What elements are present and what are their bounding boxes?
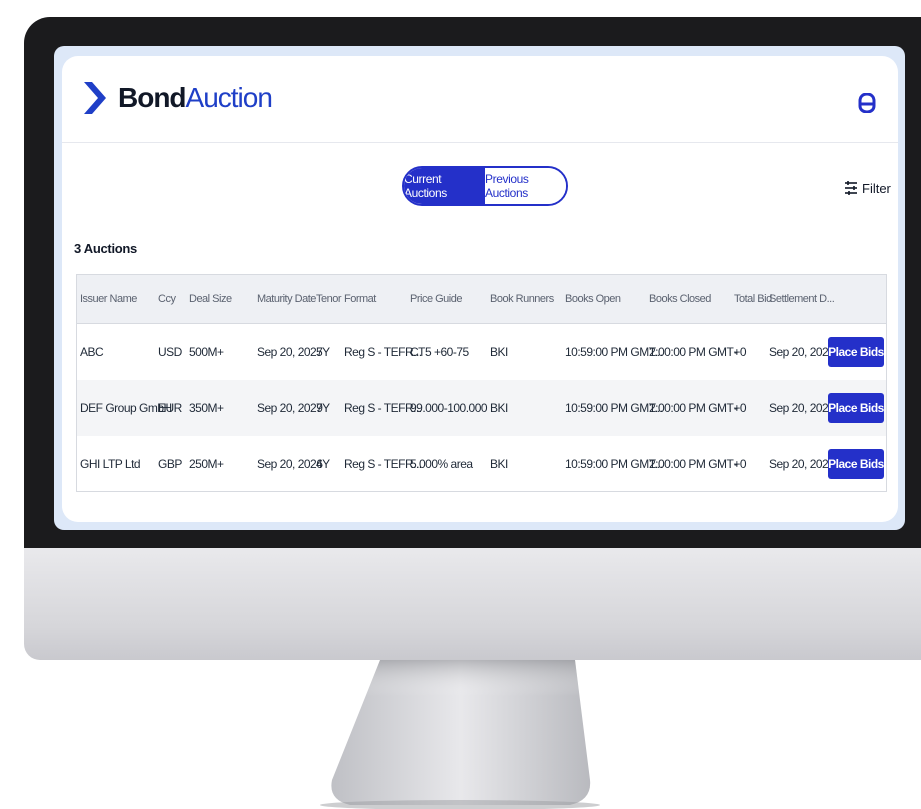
cell-total-bid: - — [734, 345, 738, 359]
cell-settlement: Sep 20, 2022 — [769, 457, 835, 471]
cell-maturity: Sep 20, 2027 — [257, 345, 323, 359]
cell-issuer: GHI LTP Ltd — [80, 457, 141, 471]
cell-books-closed: 2:00:00 PM GMT+0 — [649, 345, 747, 359]
col-settlement[interactable]: Settlement D... — [769, 275, 835, 323]
cell-book-runners: BKI — [490, 401, 508, 415]
cell-books-closed: 2:00:00 PM GMT+0 — [649, 457, 747, 471]
brand-name-light: Auction — [185, 82, 273, 113]
monitor-chin — [24, 548, 921, 660]
col-books-closed[interactable]: Books Closed — [649, 275, 711, 323]
cell-total-bid: - — [734, 401, 738, 415]
col-deal-size[interactable]: Deal Size — [189, 275, 232, 323]
cell-book-runners: BKI — [490, 457, 508, 471]
cell-settlement: Sep 20, 2022 — [769, 345, 835, 359]
auctions-table: Issuer Name Ccy Deal Size Maturity Date … — [76, 274, 887, 492]
col-book-runners[interactable]: Book Runners — [490, 275, 554, 323]
cell-ccy: USD — [158, 345, 182, 359]
col-maturity-date[interactable]: Maturity Date — [257, 275, 316, 323]
cell-book-runners: BKI — [490, 345, 508, 359]
table-row: ABC USD 500M+ Sep 20, 2027 5Y Reg S - TE… — [77, 324, 886, 380]
cell-price-guide: CT5 +60-75 — [410, 345, 469, 359]
auction-tabs: Current Auctions Previous Auctions — [402, 166, 568, 206]
tab-previous-auctions[interactable]: Previous Auctions — [485, 168, 566, 204]
cell-tenor: 7Y — [316, 401, 330, 415]
cell-maturity: Sep 20, 2029 — [257, 401, 323, 415]
col-price-guide[interactable]: Price Guide — [410, 275, 462, 323]
table-header: Issuer Name Ccy Deal Size Maturity Date … — [77, 275, 886, 324]
col-format[interactable]: Format — [344, 275, 376, 323]
sliders-icon — [845, 181, 857, 195]
brand-name-bold: Bond — [118, 82, 187, 113]
cell-price-guide: 99.000-100.000 — [410, 401, 488, 415]
cell-deal-size: 500M+ — [189, 345, 224, 359]
cell-price-guide: 5.000% area — [410, 457, 473, 471]
cell-books-closed: 2:00:00 PM GMT+0 — [649, 401, 747, 415]
place-bids-button[interactable]: Place Bids — [828, 337, 884, 367]
place-bids-button[interactable]: Place Bids — [828, 393, 884, 423]
chevron-logo-icon — [84, 82, 106, 114]
cell-deal-size: 350M+ — [189, 401, 224, 415]
app-window: Bond Auction Current Auctions Previous Au… — [62, 56, 898, 522]
cell-total-bid: - — [734, 457, 738, 471]
cell-tenor: 5Y — [316, 345, 330, 359]
tab-current-auctions[interactable]: Current Auctions — [404, 168, 485, 204]
table-row: DEF Group GmbH EUR 350M+ Sep 20, 2029 7Y… — [77, 380, 886, 436]
cell-ccy: GBP — [158, 457, 182, 471]
cell-maturity: Sep 20, 2026 — [257, 457, 323, 471]
col-ccy[interactable]: Ccy — [158, 275, 176, 323]
app-header: Bond Auction — [62, 56, 898, 143]
col-total-bid[interactable]: Total Bid — [734, 275, 772, 323]
cell-ccy: EUR — [158, 401, 182, 415]
user-icon[interactable] — [858, 93, 876, 113]
filter-label: Filter — [862, 180, 891, 196]
auction-count: 3 Auctions — [74, 241, 137, 256]
cell-settlement: Sep 20, 2022 — [769, 401, 835, 415]
col-books-open[interactable]: Books Open — [565, 275, 621, 323]
table-row: GHI LTP Ltd GBP 250M+ Sep 20, 2026 4Y Re… — [77, 436, 886, 492]
col-tenor[interactable]: Tenor — [316, 275, 342, 323]
place-bids-button[interactable]: Place Bids — [828, 449, 884, 479]
brand-logo[interactable]: Bond Auction — [82, 78, 273, 118]
cell-issuer: ABC — [80, 345, 104, 359]
cell-tenor: 4Y — [316, 457, 330, 471]
col-issuer-name[interactable]: Issuer Name — [80, 275, 137, 323]
filter-button[interactable]: Filter — [844, 180, 891, 196]
cell-deal-size: 250M+ — [189, 457, 224, 471]
